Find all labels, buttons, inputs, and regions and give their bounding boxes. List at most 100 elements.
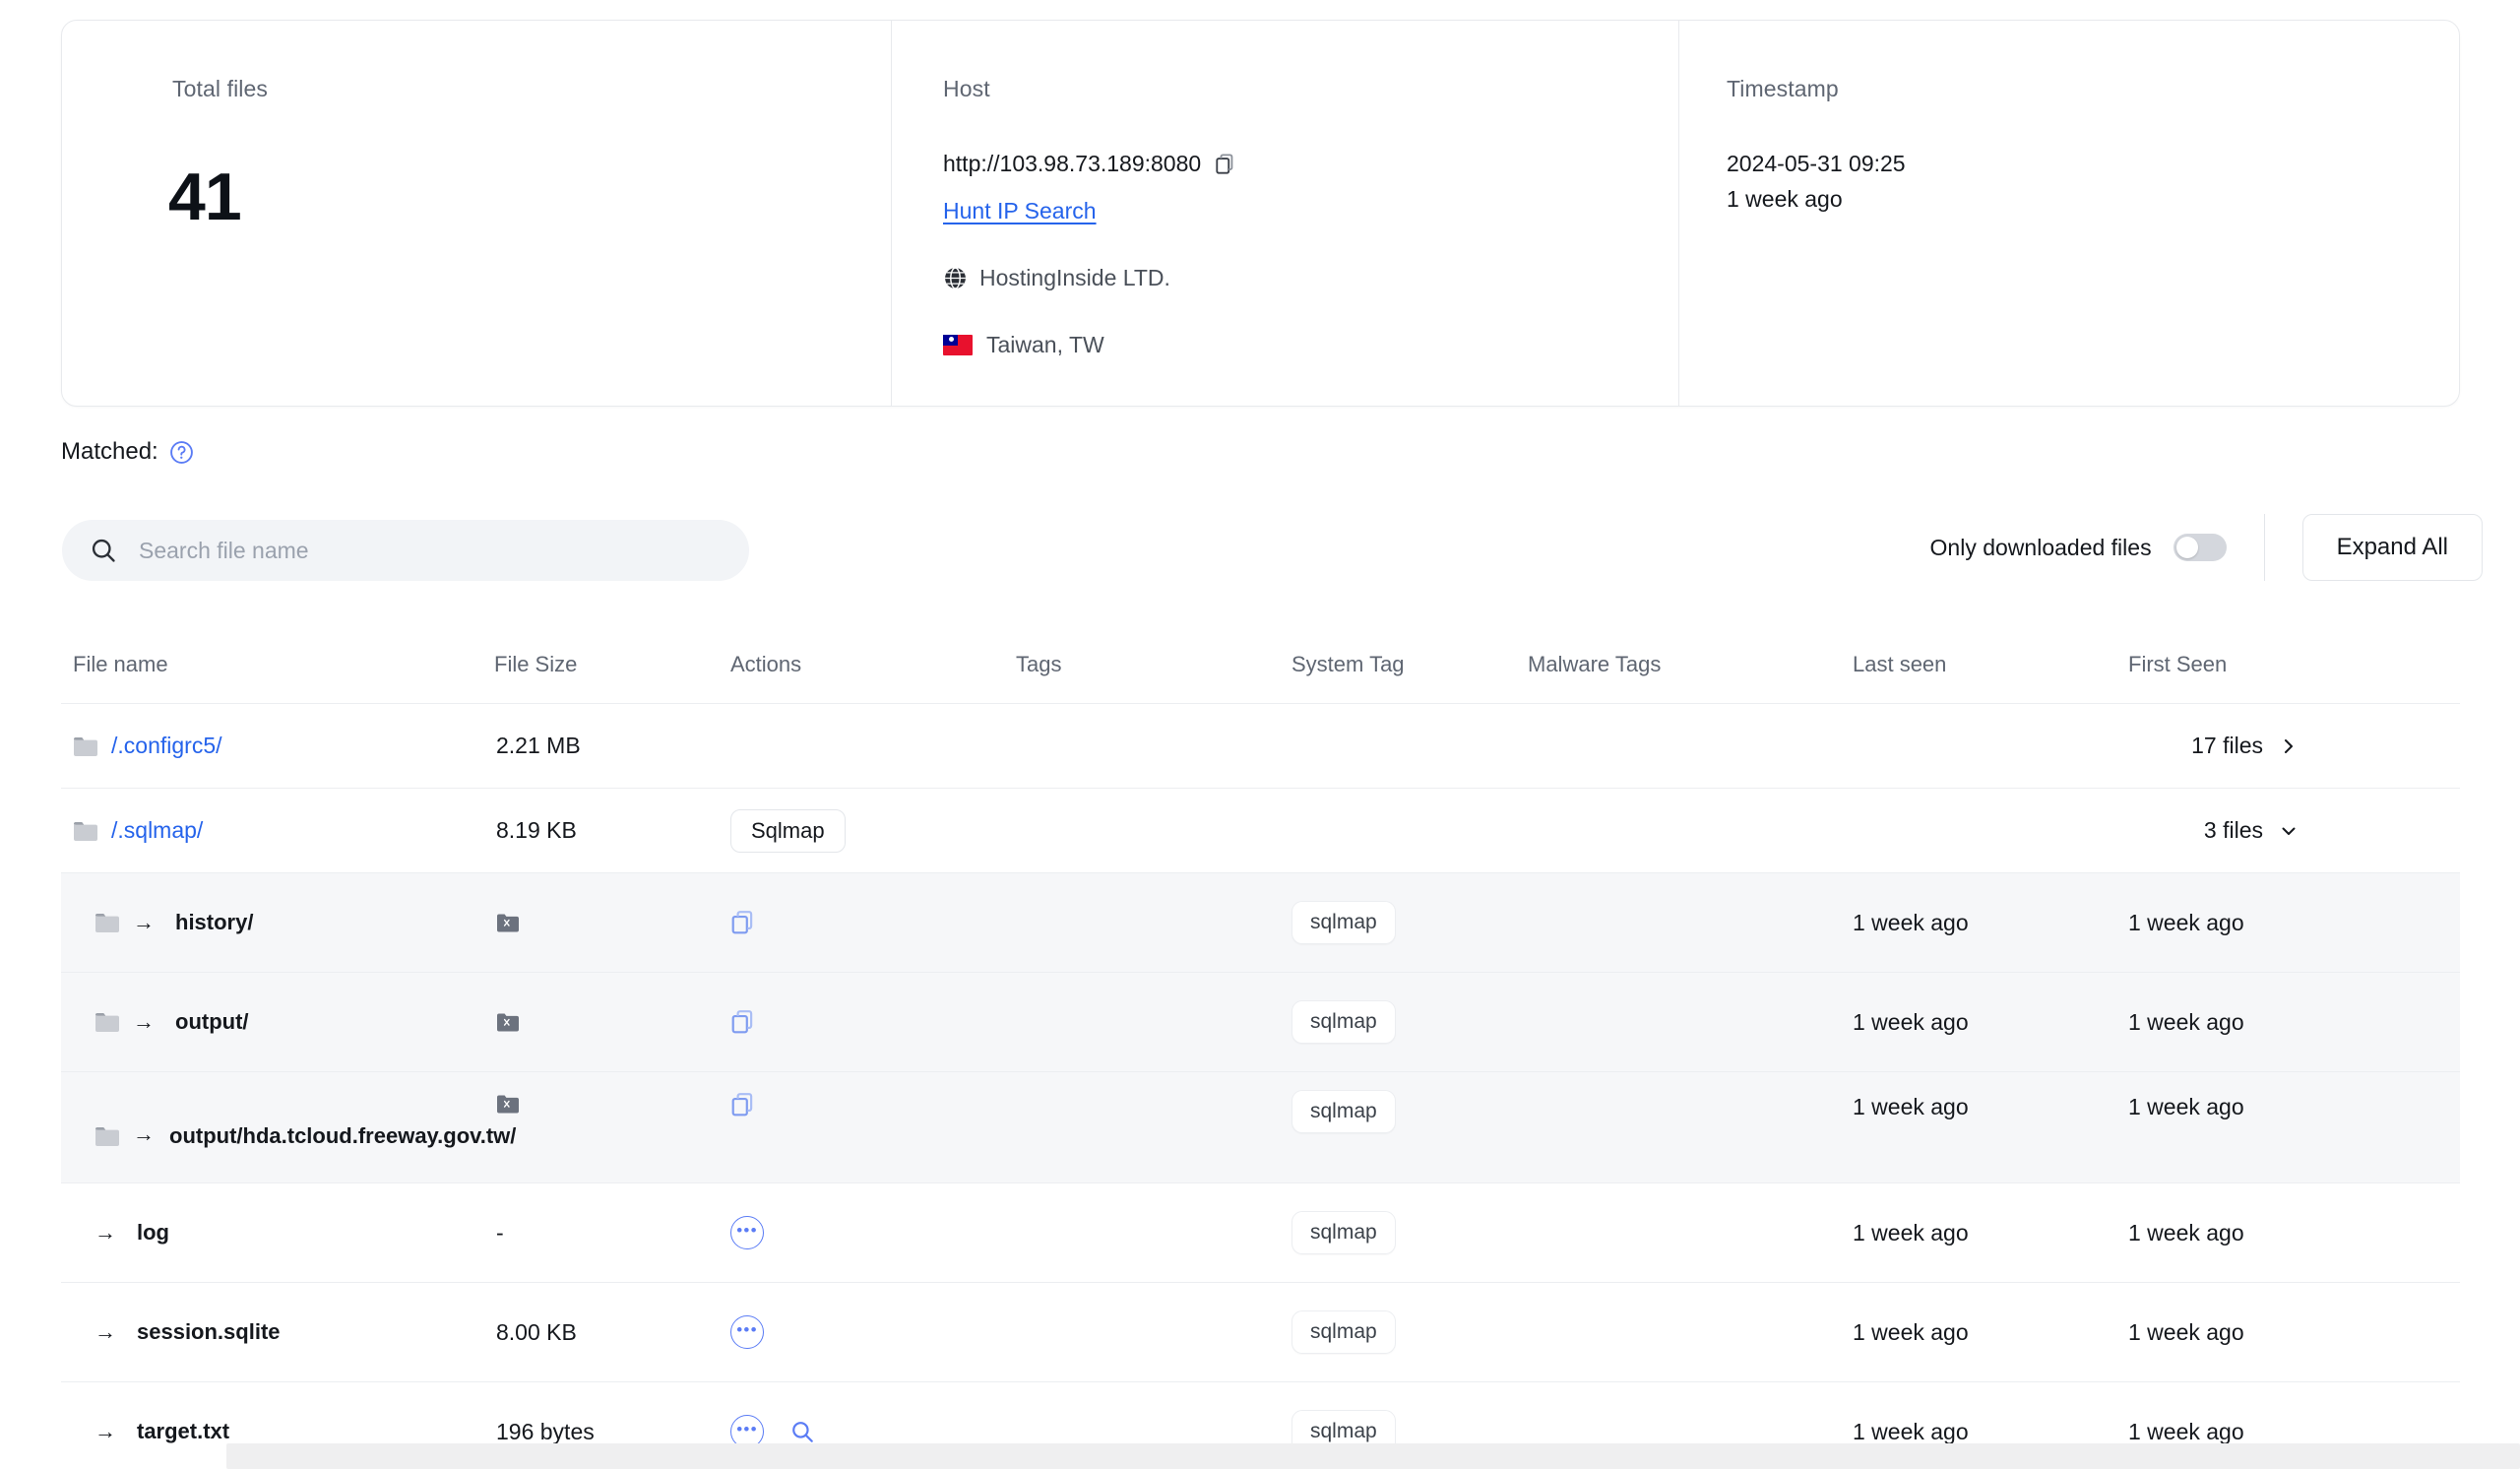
only-downloaded-toggle[interactable] xyxy=(2173,534,2227,561)
files-count-label: 17 files xyxy=(2191,733,2263,758)
copy-icon[interactable] xyxy=(730,1092,756,1118)
expand-folder-toggle[interactable]: 17 files xyxy=(2191,733,2297,759)
timestamp-relative: 1 week ago xyxy=(1727,186,1843,212)
table-row[interactable]: → log - ••• sqlmap 1 week ago 1 week ago xyxy=(61,1182,2460,1283)
cell-file-name: → output/hda.tcloud.freeway.gov.tw/ xyxy=(61,1071,516,1183)
th-last-seen[interactable]: Last seen xyxy=(1853,630,2128,704)
toggle-knob xyxy=(2175,537,2198,558)
file-name-cell[interactable]: → session.sqlite xyxy=(61,1317,494,1347)
copy-icon[interactable] xyxy=(1215,153,1236,176)
table-row[interactable]: /.configrc5/ 2.21 MB 17 files xyxy=(61,703,2460,789)
horizontal-scrollbar-track[interactable] xyxy=(226,1443,2520,1469)
globe-icon xyxy=(945,267,966,289)
collapse-folder-toggle[interactable]: 3 files xyxy=(2204,817,2297,844)
cell-file-name: → log xyxy=(61,1182,494,1283)
expand-all-button[interactable]: Expand All xyxy=(2301,514,2483,581)
file-name-cell[interactable]: → log xyxy=(61,1218,494,1247)
file-browser-page: Total files 41 Host http://103.98.73.189… xyxy=(0,0,2520,1469)
help-circle-icon[interactable] xyxy=(169,440,194,465)
search-file-name-box[interactable] xyxy=(62,520,749,581)
sub-arrow-icon: → xyxy=(94,1220,116,1245)
cell-system-tag xyxy=(1292,703,1528,789)
cell-tags xyxy=(1016,788,1292,873)
copy-icon[interactable] xyxy=(730,910,756,935)
file-name-label: session.sqlite xyxy=(137,1319,281,1345)
file-name-cell[interactable]: /.configrc5/ xyxy=(61,733,494,759)
table-row[interactable]: → output/hda.tcloud.freeway.gov.tw/ sqlm… xyxy=(61,1071,2460,1183)
directory-link[interactable]: /.configrc5/ xyxy=(111,733,222,759)
tag-pill[interactable]: Sqlmap xyxy=(730,808,846,853)
folder-icon xyxy=(95,1127,119,1147)
total-files-value: 41 xyxy=(168,160,242,234)
cell-file-size xyxy=(494,872,730,973)
cell-last-seen: 1 week ago xyxy=(1853,872,2128,973)
cell-first-seen: 1 week ago xyxy=(2128,1282,2460,1382)
th-malware-tags[interactable]: Malware Tags xyxy=(1528,630,1853,704)
host-label: Host xyxy=(943,76,990,101)
total-files-label: Total files xyxy=(172,76,268,101)
folder-icon xyxy=(95,1013,119,1032)
more-options-icon[interactable]: ••• xyxy=(730,1315,764,1349)
file-name-cell[interactable]: → output/hda.tcloud.freeway.gov.tw/ xyxy=(61,1104,516,1151)
search-icon[interactable] xyxy=(789,1419,815,1444)
actions-group: ••• xyxy=(730,1216,1016,1249)
cell-files-count: 17 files xyxy=(1853,703,2460,789)
folder-icon xyxy=(74,736,97,756)
cell-file-name: /.sqlmap/ xyxy=(61,788,494,873)
th-tags[interactable]: Tags xyxy=(1016,630,1292,704)
cell-actions: ••• xyxy=(730,1282,1016,1382)
system-tag-pill[interactable]: sqlmap xyxy=(1292,1310,1396,1354)
cell-file-name: /.configrc5/ xyxy=(61,703,494,789)
cell-file-size xyxy=(494,1071,730,1183)
th-file-name[interactable]: File name xyxy=(61,630,494,704)
directory-link[interactable]: /.sqlmap/ xyxy=(111,817,203,844)
timestamp-column: Timestamp 2024-05-31 09:25 1 week ago xyxy=(1678,21,2459,406)
cell-tags xyxy=(1016,872,1292,973)
files-table: File name File Size Actions Tags System … xyxy=(61,630,2460,1469)
table-row[interactable]: /.sqlmap/ 8.19 KB Sqlmap 3 files xyxy=(61,788,2460,873)
th-actions[interactable]: Actions xyxy=(730,630,1016,704)
search-input[interactable] xyxy=(139,537,690,564)
only-downloaded-label: Only downloaded files xyxy=(1929,534,2152,560)
cell-malware-tags xyxy=(1528,703,1853,789)
host-column: Host http://103.98.73.189:8080 Hunt IP S… xyxy=(891,21,1678,406)
cell-actions xyxy=(730,703,1016,789)
actions-group xyxy=(730,910,1016,935)
system-tag-pill[interactable]: sqlmap xyxy=(1292,1000,1396,1044)
cell-file-size: 2.21 MB xyxy=(494,703,730,789)
file-name-cell[interactable]: → history/ xyxy=(61,908,494,937)
cell-file-size: 8.00 KB xyxy=(494,1282,730,1382)
cell-actions xyxy=(730,1071,1016,1183)
actions-group xyxy=(730,1009,1016,1035)
cell-system-tag: sqlmap xyxy=(1292,1282,1528,1382)
system-tag-pill[interactable]: sqlmap xyxy=(1292,1211,1396,1254)
summary-card: Total files 41 Host http://103.98.73.189… xyxy=(61,20,2460,407)
file-name-cell[interactable]: /.sqlmap/ xyxy=(61,817,494,844)
system-tag-pill[interactable]: sqlmap xyxy=(1292,901,1396,944)
chevron-right-icon xyxy=(2285,738,2293,753)
table-row[interactable]: → history/ sqlmap 1 week ago 1 week ago xyxy=(61,872,2460,973)
timestamp-label: Timestamp xyxy=(1727,76,1839,101)
table-row[interactable]: → output/ sqlmap 1 week ago 1 week ago xyxy=(61,972,2460,1072)
th-system-tag[interactable]: System Tag xyxy=(1292,630,1528,704)
sub-arrow-icon: → xyxy=(133,1121,155,1147)
file-name-label: target.txt xyxy=(137,1419,230,1444)
cell-malware-tags xyxy=(1528,972,1853,1072)
system-tag-pill[interactable]: sqlmap xyxy=(1292,1090,1396,1133)
file-name-cell[interactable]: → output/ xyxy=(61,1007,494,1037)
files-table-wrap: File name File Size Actions Tags System … xyxy=(61,630,2460,1469)
cell-file-size: - xyxy=(494,1182,730,1283)
cell-tags xyxy=(1016,1182,1292,1283)
table-row[interactable]: → session.sqlite 8.00 KB ••• sqlmap 1 we… xyxy=(61,1282,2460,1382)
cell-file-name: → session.sqlite xyxy=(61,1282,494,1382)
th-first-seen[interactable]: First Seen xyxy=(2128,630,2460,704)
more-options-icon[interactable]: ••• xyxy=(730,1216,764,1249)
actions-group: ••• xyxy=(730,1315,1016,1349)
th-file-size[interactable]: File Size xyxy=(494,630,730,704)
hunt-ip-search-link[interactable]: Hunt IP Search xyxy=(943,198,1097,224)
copy-icon[interactable] xyxy=(730,1009,756,1035)
host-url-row: http://103.98.73.189:8080 xyxy=(943,151,1236,177)
file-name-cell[interactable]: → target.txt xyxy=(61,1417,494,1446)
host-url-value: http://103.98.73.189:8080 xyxy=(943,151,1202,176)
host-org-row: HostingInside LTD. xyxy=(943,265,1170,291)
